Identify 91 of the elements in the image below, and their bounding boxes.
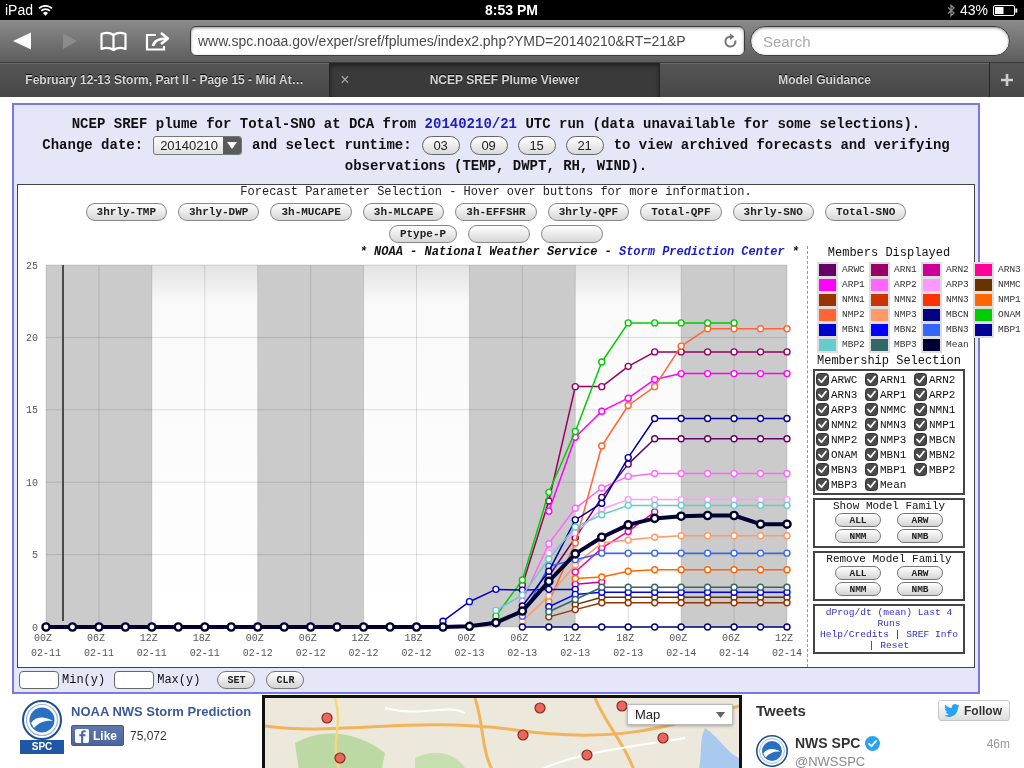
checkbox-label: NMN2	[831, 418, 858, 431]
legend-label: ARP3	[946, 279, 969, 290]
legend-label: MBN1	[842, 324, 865, 335]
section-title: Membership Selection	[817, 354, 961, 368]
x-tick-label: 06Z 02-13	[507, 633, 538, 659]
checkbox-label: ARWC	[831, 373, 858, 386]
legend-label: MBN2	[894, 324, 917, 335]
legend-label: ARP2	[894, 279, 917, 290]
checkbox-label: MBCN	[929, 433, 956, 446]
date-label: Change date:	[42, 136, 144, 155]
legend-label: ARN3	[998, 264, 1021, 275]
x-tick-label: 00Z 02-12	[242, 633, 273, 659]
logo-label: SPC	[20, 740, 64, 754]
tweet-time: 46m	[986, 736, 1010, 751]
clock: 8:53 PM	[485, 2, 538, 18]
x-tick-label: 06Z 02-12	[295, 633, 326, 659]
section-title: Members Displayed	[827, 246, 951, 260]
y-tick-label: 25	[26, 260, 38, 272]
checkbox-label: MBP1	[880, 463, 907, 476]
x-tick-label: 12Z 02-13	[560, 633, 591, 659]
x-tick-label: 12Z 02-11	[136, 633, 167, 659]
section-title: Remove Model Family	[826, 553, 952, 566]
runtime-label: and select runtime:	[252, 136, 412, 155]
link-separator: |	[868, 640, 875, 651]
instruction-text: to view archived forecasts and verifying	[613, 136, 950, 155]
legend-label: MBP3	[894, 339, 917, 350]
legend-label: ARWC	[842, 264, 865, 275]
page-heading: NCEP SREF plume for Total-SNO at DCA from 20140210/21 UTC run (data unavailable for some selections).	[71, 115, 921, 134]
x-tick-label: 12Z 02-12	[348, 633, 379, 659]
legend-label: NMP1	[998, 294, 1021, 305]
min-label: Min(y)	[62, 673, 106, 687]
checkbox-label: ONAM	[831, 448, 858, 461]
widget-title: Tweets	[756, 702, 806, 719]
section-title: Show Model Family	[832, 500, 946, 513]
like-count: 75,072	[130, 728, 167, 743]
checkbox-label: ARP3	[831, 403, 858, 416]
device-name: iPad	[5, 2, 34, 18]
legend-label: Mean	[946, 339, 969, 350]
x-tick-label: 18Z 02-12	[401, 633, 432, 659]
x-tick-label: 18Z 02-11	[189, 633, 220, 659]
legend-label: NMN2	[894, 294, 917, 305]
battery-percent: 43%	[959, 2, 988, 18]
x-tick-label: 00Z 02-14	[666, 633, 697, 659]
section-title: Forecast Parameter Selection - Hover over buttons for more information.	[240, 185, 752, 199]
y-tick-label: 10	[26, 477, 38, 489]
y-tick-label: 20	[26, 332, 38, 344]
y-tick-label: 15	[26, 405, 38, 417]
checkbox-label: NMN1	[929, 403, 956, 416]
legend-label: MBP2	[842, 339, 865, 350]
checkbox-label: NMMC	[880, 403, 907, 416]
legend-label: MBP1	[998, 324, 1021, 335]
checkbox-label: NMP3	[880, 433, 907, 446]
x-tick-label: 18Z 02-13	[613, 633, 644, 659]
link-separator: |	[894, 629, 901, 640]
instruction-text: observations (TEMP, DWPT, RH, WIND).	[344, 157, 648, 176]
legend-label: NMMC	[998, 279, 1021, 290]
checkbox-label: ARN2	[929, 373, 956, 386]
x-tick-label: 06Z 02-14	[719, 633, 750, 659]
checkbox-label: ARP2	[929, 388, 956, 401]
checkbox-label: NMP2	[831, 433, 858, 446]
y-tick-label: 0	[32, 622, 38, 634]
legend-label: NMP3	[894, 309, 917, 320]
legend-label: ARN1	[894, 264, 917, 275]
account-name: NWS SPC	[795, 735, 861, 751]
x-tick-label: 00Z 02-13	[454, 633, 485, 659]
x-tick-label: 00Z 02-11	[31, 633, 61, 659]
y-tick-label: 5	[32, 550, 38, 562]
checkbox-label: ARN1	[880, 373, 907, 386]
legend-label: ONAM	[998, 309, 1021, 320]
legend-label: MBN3	[946, 324, 969, 335]
checkbox-label: MBP2	[929, 463, 956, 476]
x-tick-label: 12Z 02-14	[772, 633, 802, 659]
checkbox-label: MBN1	[880, 448, 907, 461]
checkbox-label: Mean	[880, 478, 907, 491]
legend-label: ARP1	[842, 279, 865, 290]
legend-label: MBCN	[946, 309, 969, 320]
checkbox-label: NMP1	[929, 418, 956, 431]
checkbox-label: ARP1	[880, 388, 907, 401]
checkbox-label: MBN3	[831, 463, 858, 476]
checkbox-label: MBP3	[831, 478, 858, 491]
legend-label: ARN2	[946, 264, 969, 275]
legend-label: NMN3	[946, 294, 969, 305]
legend-label: NMN1	[842, 294, 865, 305]
max-label: Max(y)	[157, 673, 201, 687]
legend-label: NMP2	[842, 309, 865, 320]
checkbox-label: MBN2	[929, 448, 956, 461]
chart-title: * NOAA - National Weather Service - Storm Prediction Center *	[359, 246, 799, 259]
checkbox-label: ARN3	[831, 388, 858, 401]
account-handle: @NWSSPC	[795, 754, 867, 768]
checkbox-label: NMN3	[880, 418, 907, 431]
x-tick-label: 06Z 02-11	[83, 633, 114, 659]
